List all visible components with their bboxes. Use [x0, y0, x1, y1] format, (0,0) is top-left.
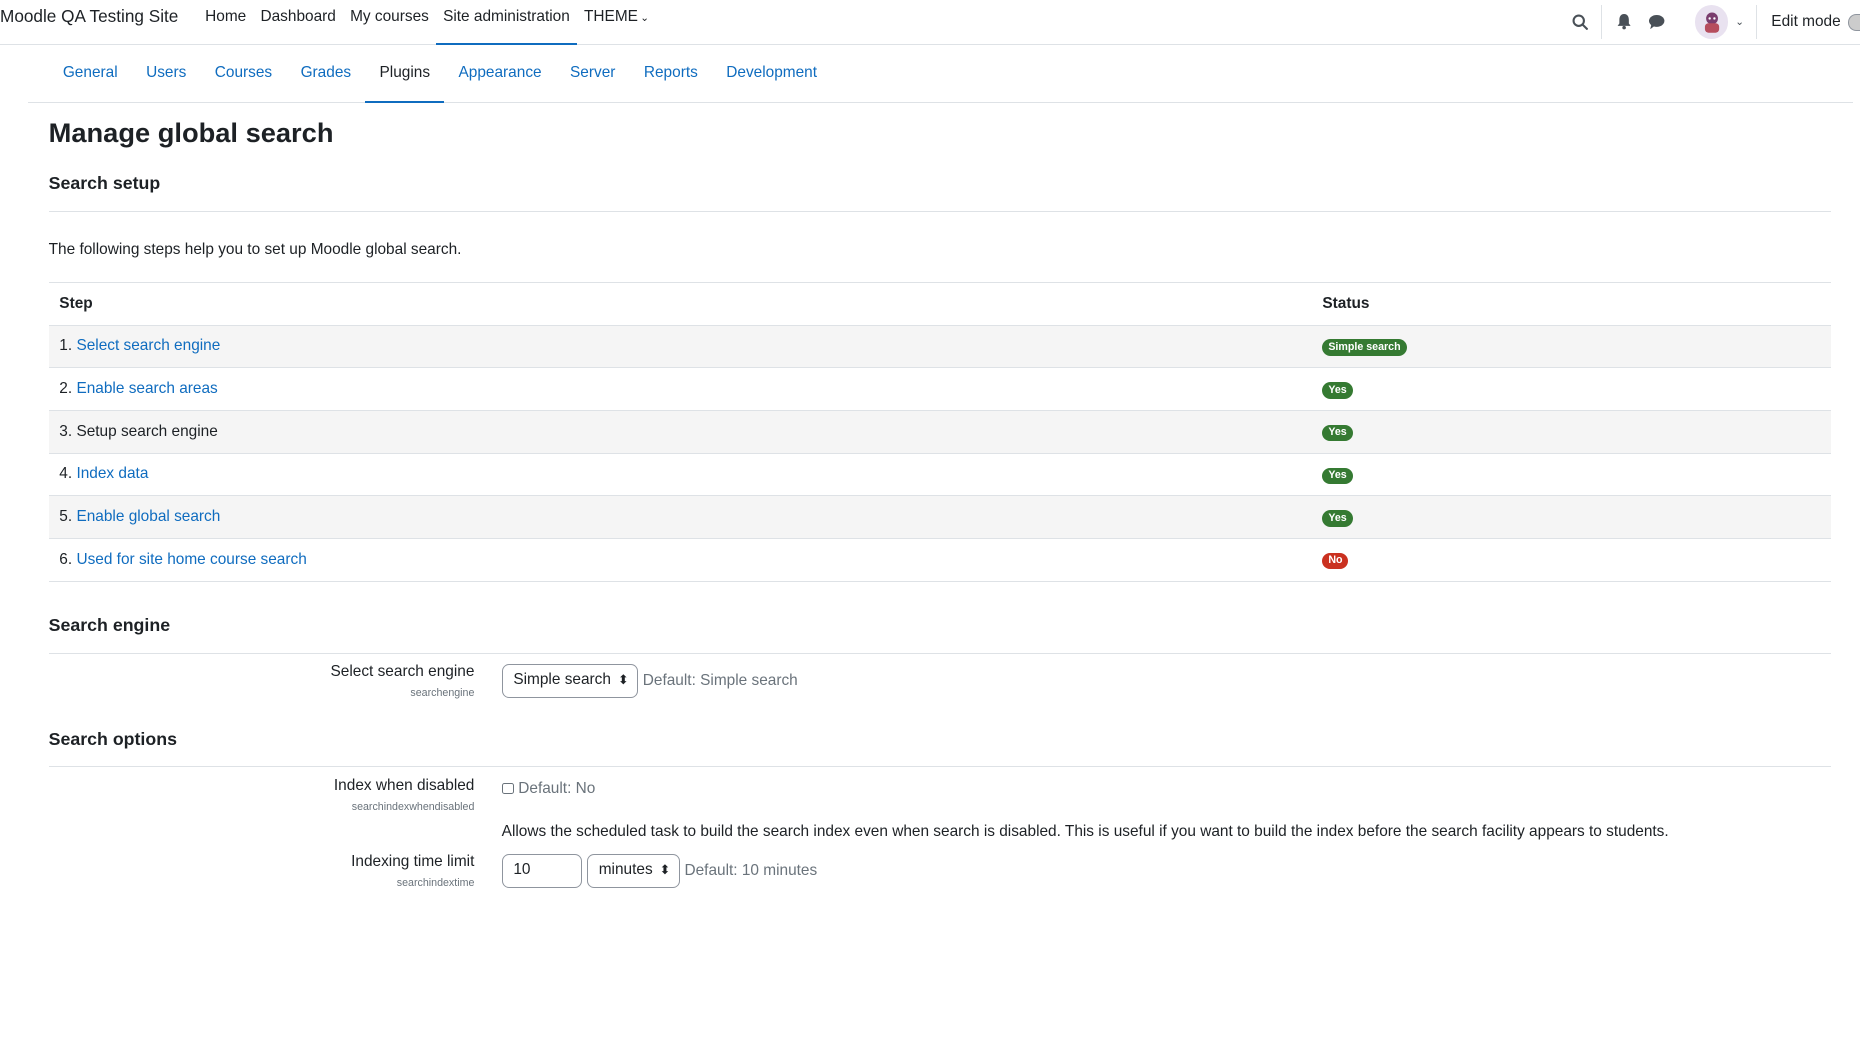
- tab-courses[interactable]: Courses: [201, 45, 287, 102]
- default-value: Default: 10 minutes: [684, 862, 818, 880]
- setting-description: Allows the scheduled task to build the s…: [501, 823, 1669, 841]
- setting-title: Select search engine: [330, 662, 475, 680]
- time-limit-input[interactable]: 10: [501, 854, 583, 888]
- nav-my-courses[interactable]: My courses: [343, 0, 436, 44]
- status-badge: Yes: [1322, 382, 1353, 399]
- step-number: 5.: [59, 508, 73, 526]
- setting-key: searchindexwhendisabled: [351, 800, 475, 813]
- status-badge: No: [1322, 552, 1349, 570]
- status-badge: Yes: [1322, 467, 1353, 485]
- status-badge: Simple search: [1322, 339, 1407, 357]
- edit-mode-toggle[interactable]: Edit mode: [1756, 5, 1860, 39]
- step-link-site-home-search[interactable]: Used for site home course search: [76, 551, 306, 568]
- tab-plugins[interactable]: Plugins: [365, 45, 444, 104]
- setting-label: Index when disabled searchindexwhendisab…: [49, 776, 475, 813]
- setup-steps-table: Step Status 1. Select search engine Simp…: [48, 281, 1832, 582]
- section-heading: Search engine: [48, 614, 171, 635]
- step-link-enable-global-search[interactable]: Enable global search: [76, 508, 220, 525]
- setting-key: searchindextime: [396, 877, 475, 889]
- step-link-enable-search-areas[interactable]: Enable search areas: [76, 380, 217, 397]
- step-number: 3.: [59, 422, 73, 440]
- step-link-index-data[interactable]: Index data: [76, 465, 148, 482]
- tab-appearance[interactable]: Appearance: [444, 45, 556, 102]
- setting-control: Default: No: [501, 777, 596, 813]
- index-when-disabled-checkbox[interactable]: [501, 782, 514, 795]
- step-link-select-search-engine[interactable]: Select search engine: [76, 337, 220, 354]
- chevron-down-icon: ⌄: [640, 12, 650, 24]
- status-badge: Yes: [1322, 510, 1353, 527]
- primary-nav: Home Dashboard My courses Site administr…: [198, 0, 656, 46]
- nav-site-administration[interactable]: Site administration: [435, 0, 577, 46]
- section-heading: Search options: [48, 728, 177, 749]
- table-row: 3. Setup search engine Yes: [48, 410, 1832, 454]
- time-unit-select[interactable]: minutes: [587, 854, 680, 888]
- table-row: 4. Index data Yes: [48, 453, 1832, 497]
- table-row: 1. Select search engine Simple search: [48, 325, 1832, 369]
- section-heading: Search setup: [48, 173, 161, 194]
- nav-dashboard[interactable]: Dashboard: [253, 0, 343, 44]
- edit-mode-label: Edit mode: [1771, 13, 1841, 31]
- setting-searchindexwhendisabled: Index when disabled searchindexwhendisab…: [49, 767, 1832, 813]
- site-name[interactable]: Moodle QA Testing Site: [0, 0, 190, 44]
- main-content: Manage global search Search setup The fo…: [48, 103, 1832, 889]
- avatar[interactable]: [1694, 5, 1729, 39]
- setting-title: Indexing time limit: [351, 853, 475, 871]
- navbar-right: ⌄ Edit mode: [1563, 0, 1860, 44]
- nav-theme[interactable]: THEME ⌄: [577, 0, 656, 44]
- search-engine-select[interactable]: Simple search: [501, 664, 639, 698]
- tab-general[interactable]: General: [49, 45, 132, 102]
- toggle-switch[interactable]: [1847, 13, 1860, 31]
- search-setup-section: Search setup: [48, 173, 1832, 212]
- nav-theme-label: THEME: [584, 8, 638, 25]
- search-engine-section: Search engine: [48, 614, 1832, 654]
- step-number: 4.: [59, 465, 73, 483]
- table-row: 5. Enable global search Yes: [48, 495, 1832, 540]
- step-number: 1.: [59, 337, 73, 355]
- table-row: 2. Enable search areas Yes: [48, 367, 1832, 411]
- setting-control: Simple search Default: Simple search: [501, 663, 798, 699]
- intro-text: The following steps help you to set up M…: [48, 241, 462, 259]
- setting-key: searchengine: [410, 686, 475, 699]
- step-number: 6.: [59, 550, 73, 568]
- default-value: Default: Simple search: [642, 671, 798, 689]
- setting-searchengine: Select search engine searchengine Simple…: [49, 654, 1832, 699]
- setting-label: Indexing time limit searchindextime: [49, 853, 475, 889]
- bell-icon[interactable]: [1607, 5, 1640, 38]
- chat-icon[interactable]: [1640, 5, 1673, 38]
- default-value: Default: No: [518, 780, 596, 798]
- table-row: 6. Used for site home course search No: [48, 538, 1832, 582]
- search-icon[interactable]: [1563, 5, 1596, 38]
- step-number: 2.: [59, 380, 73, 398]
- status-badge: Yes: [1322, 424, 1353, 442]
- tab-development[interactable]: Development: [712, 45, 831, 102]
- tab-grades[interactable]: Grades: [286, 45, 365, 102]
- nav-home[interactable]: Home: [198, 0, 253, 44]
- column-header-status: Status: [1311, 281, 1832, 326]
- search-options-section: Search options: [48, 728, 1832, 768]
- setting-title: Index when disabled: [333, 776, 475, 794]
- tab-reports[interactable]: Reports: [630, 45, 712, 102]
- setting-label: Select search engine searchengine: [49, 663, 475, 699]
- setting-control: 10 minutes Default: 10 minutes: [501, 853, 818, 889]
- tab-server[interactable]: Server: [556, 45, 630, 102]
- tab-users[interactable]: Users: [132, 45, 201, 102]
- chevron-down-icon[interactable]: ⌄: [1735, 15, 1744, 28]
- top-navbar: Moodle QA Testing Site Home Dashboard My…: [0, 0, 1860, 46]
- secondary-nav: General Users Courses Grades Plugins App…: [28, 45, 1853, 104]
- page-title: Manage global search: [48, 116, 334, 148]
- column-header-step: Step: [48, 281, 1312, 326]
- step-label-setup-search-engine: Setup search engine: [76, 422, 218, 440]
- divider: [1601, 5, 1603, 39]
